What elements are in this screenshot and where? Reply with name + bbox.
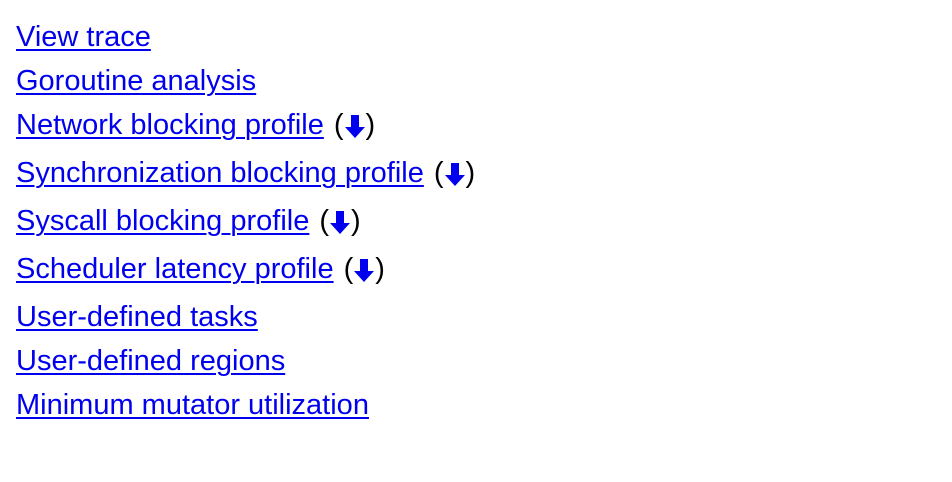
list-item-goroutine-analysis: Goroutine analysis [16,62,475,106]
paren-open: ( [333,109,344,141]
down-arrow-icon [344,115,365,139]
scheduler-latency-profile-download-link[interactable] [353,251,375,289]
paren-close: ) [365,109,376,141]
list-item-syscall-blocking-profile: Syscall blocking profile () [16,202,475,250]
down-arrow-icon [354,259,375,283]
paren-open: ( [343,253,354,285]
list-item-view-trace: View trace [16,18,475,62]
list-item-minimum-mutator-utilization: Minimum mutator utilization [16,386,475,430]
scheduler-latency-profile-link[interactable]: Scheduler latency profile [16,253,334,285]
list-item-user-defined-tasks: User-defined tasks [16,298,475,342]
down-arrow-icon [444,163,465,187]
down-arrow-icon [330,211,351,235]
list-item-network-blocking-profile: Network blocking profile () [16,106,475,154]
user-defined-regions-link[interactable]: User-defined regions [16,345,285,377]
paren-close: ) [351,205,361,237]
syscall-blocking-profile-download-link[interactable] [329,203,351,241]
syscall-blocking-profile-link[interactable]: Syscall blocking profile [16,205,309,237]
paren-open: ( [433,157,444,189]
list-item-synchronization-blocking-profile: Synchronization blocking profile () [16,154,475,202]
list-item-scheduler-latency-profile: Scheduler latency profile () [16,250,475,298]
paren-close: ) [465,157,476,189]
paren-open: ( [319,205,330,237]
goroutine-analysis-link[interactable]: Goroutine analysis [16,65,256,97]
trace-links-list: View trace Goroutine analysis Network bl… [16,18,475,430]
network-blocking-profile-download-link[interactable] [344,107,366,145]
view-trace-link[interactable]: View trace [16,21,151,53]
synchronization-blocking-profile-link[interactable]: Synchronization blocking profile [16,157,424,189]
paren-close: ) [375,253,385,285]
network-blocking-profile-link[interactable]: Network blocking profile [16,109,324,141]
list-item-user-defined-regions: User-defined regions [16,342,475,386]
minimum-mutator-utilization-link[interactable]: Minimum mutator utilization [16,389,369,421]
synchronization-blocking-profile-download-link[interactable] [444,155,466,193]
user-defined-tasks-link[interactable]: User-defined tasks [16,301,258,333]
